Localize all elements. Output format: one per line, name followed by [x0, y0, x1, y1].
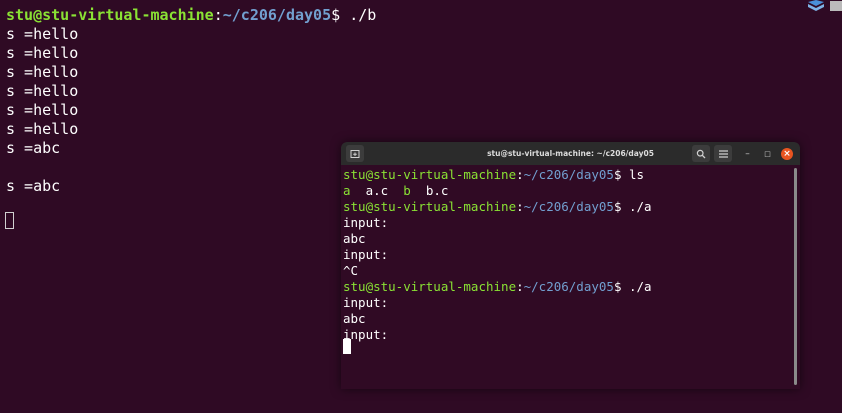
ls-item-executable: a: [343, 183, 351, 198]
output-line: input:: [343, 215, 389, 230]
bg-output-line: s =hello: [6, 63, 79, 81]
bg-output-line: s =hello: [6, 25, 79, 43]
prompt-user: stu@stu-virtual-machine: [343, 279, 517, 294]
bg-output-line: s =abc: [6, 177, 61, 195]
output-line: input:: [343, 295, 389, 310]
bg-prompt-user: stu@stu-virtual-machine: [6, 6, 214, 24]
search-button[interactable]: [692, 145, 710, 162]
search-icon: [696, 149, 706, 158]
bg-command: ./b: [349, 6, 377, 24]
run-command: ./a: [629, 199, 652, 214]
close-icon: ×: [783, 149, 791, 159]
bg-output-line: s =hello: [6, 120, 79, 138]
prompt-path: ~/c206/day05: [523, 199, 614, 214]
window-titlebar[interactable]: stu@stu-virtual-machine: ~/c206/day05 – …: [341, 142, 800, 165]
hamburger-menu-icon: [718, 149, 728, 158]
prompt-end: $: [613, 199, 629, 214]
output-line: abc: [343, 311, 366, 326]
prompt-sep: :: [516, 167, 524, 182]
prompt-sep: :: [516, 279, 524, 294]
output-line: abc: [343, 231, 366, 246]
bg-output-line: s =abc: [6, 139, 61, 157]
output-line: input:: [343, 247, 389, 262]
bg-output-line: s =hello: [6, 44, 79, 62]
prompt-user: stu@stu-virtual-machine: [343, 199, 517, 214]
minimize-button[interactable]: –: [741, 147, 754, 160]
bg-terminal-cursor: [5, 212, 14, 229]
prompt-line: stu@stu-virtual-machine:~/c206/day05$ ls: [343, 167, 644, 183]
prompt-end: $: [613, 167, 629, 182]
bg-output-line: s =hello: [6, 82, 79, 100]
menu-button[interactable]: [714, 145, 732, 162]
prompt-path: ~/c206/day05: [523, 167, 614, 182]
prompt-path: ~/c206/day05: [523, 279, 614, 294]
terminal-window[interactable]: stu@stu-virtual-machine: ~/c206/day05 – …: [341, 142, 800, 389]
maximize-button[interactable]: □: [761, 147, 774, 160]
bg-prompt-end: $: [331, 6, 350, 24]
prompt-sep: :: [516, 199, 524, 214]
ls-item-file: b.c: [425, 183, 449, 198]
terminal-cursor: [343, 339, 351, 354]
bg-output-line: s =hello: [6, 101, 79, 119]
prompt-line: stu@stu-virtual-machine:~/c206/day05$ ./…: [343, 279, 652, 295]
terminal-scrollbar[interactable]: [794, 168, 797, 385]
output-line: ^C: [343, 263, 359, 278]
ls-item-file: a.c: [365, 183, 389, 198]
bg-prompt-line: stu@stu-virtual-machine:~/c206/day05$ ./…: [6, 6, 376, 25]
prompt-end: $: [613, 279, 629, 294]
app-indicator-icon: [808, 0, 842, 11]
bg-prompt-path: ~/c206/day05: [222, 6, 332, 24]
ls-command: ls: [629, 167, 645, 182]
ls-item-executable: b: [403, 183, 411, 198]
prompt-line: stu@stu-virtual-machine:~/c206/day05$ ./…: [343, 199, 652, 215]
ls-output: a a.c b b.c: [343, 183, 448, 199]
run-command: ./a: [629, 279, 652, 294]
prompt-user: stu@stu-virtual-machine: [343, 167, 517, 182]
close-button[interactable]: ×: [781, 148, 793, 160]
bg-prompt-sep: :: [213, 6, 223, 24]
